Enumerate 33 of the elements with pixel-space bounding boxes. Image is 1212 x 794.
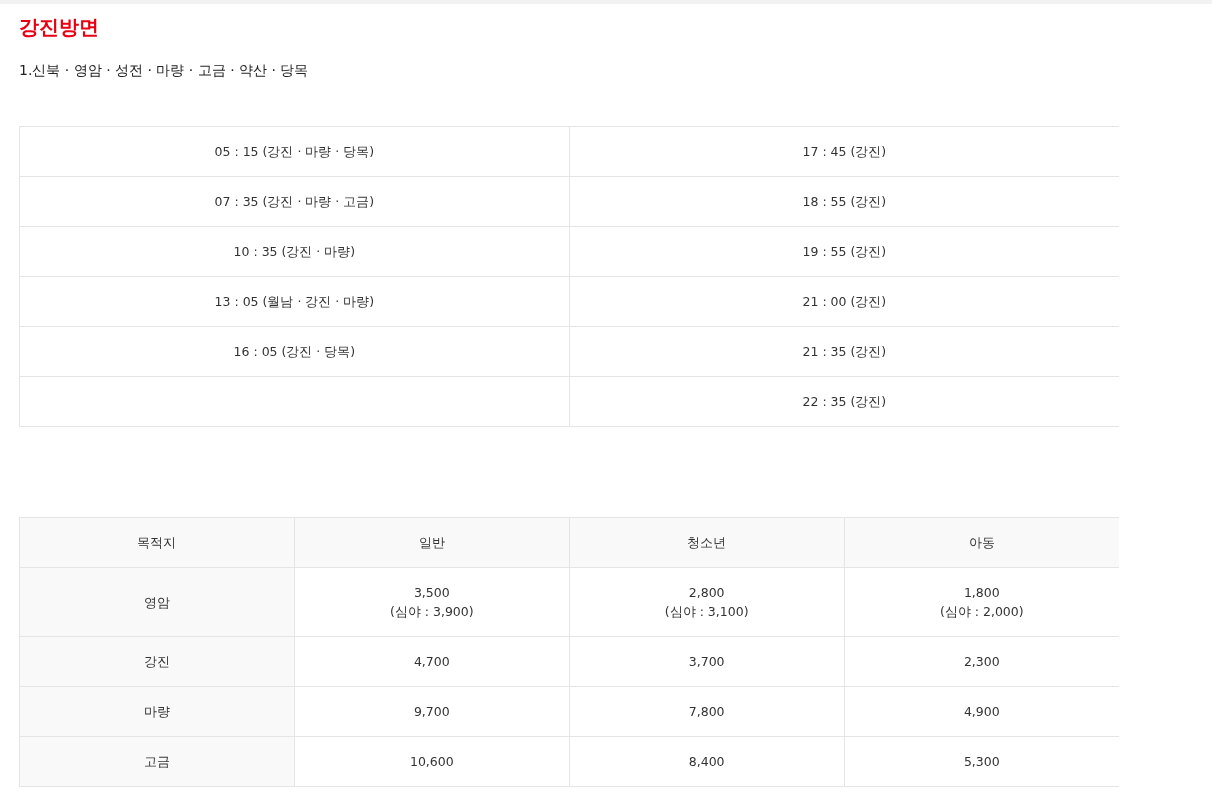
table-cell: 9,700 (294, 686, 570, 737)
column-header: 일반 (294, 517, 570, 568)
table-cell: 10 : 35 (강진 · 마량) (19, 226, 570, 277)
table-cell: 5,300 (844, 736, 1119, 787)
table-cell: 2,300 (844, 636, 1119, 687)
row-header: 마량 (19, 686, 295, 737)
row-header: 영암 (19, 567, 295, 637)
table-cell: 3,700 (569, 636, 845, 687)
route-text: 1.신북 · 영암 · 성전 · 마량 · 고금 · 약산 · 당목 (19, 61, 310, 80)
table-cell: 07 : 35 (강진 · 마량 · 고금) (19, 176, 570, 227)
column-header: 청소년 (569, 517, 845, 568)
table-cell: 13 : 05 (월남 · 강진 · 마량) (19, 276, 570, 327)
table-cell: 7,800 (569, 686, 845, 737)
section-title: 강진방면 (19, 14, 100, 40)
table-cell: 10,600 (294, 736, 570, 787)
table-cell: 4,900 (844, 686, 1119, 737)
row-header: 강진 (19, 636, 295, 687)
table-cell: 1,800 (심야 : 2,000) (844, 567, 1119, 637)
table-cell: 22 : 35 (강진) (569, 376, 1119, 427)
table-cell: 21 : 35 (강진) (569, 326, 1119, 377)
table-cell: 21 : 00 (강진) (569, 276, 1119, 327)
table-cell: 19 : 55 (강진) (569, 226, 1119, 277)
table-cell: 3,500 (심야 : 3,900) (294, 567, 570, 637)
table-cell: 18 : 55 (강진) (569, 176, 1119, 227)
column-header: 아동 (844, 517, 1119, 568)
table-cell: 2,800 (심야 : 3,100) (569, 567, 845, 637)
table-cell: 8,400 (569, 736, 845, 787)
column-header: 목적지 (19, 517, 295, 568)
table-cell: 05 : 15 (강진 · 마량 · 당목) (19, 126, 570, 177)
row-header: 고금 (19, 736, 295, 787)
table-cell: 16 : 05 (강진 · 당목) (19, 326, 570, 377)
table-cell: 4,700 (294, 636, 570, 687)
table-cell: 17 : 45 (강진) (569, 126, 1119, 177)
